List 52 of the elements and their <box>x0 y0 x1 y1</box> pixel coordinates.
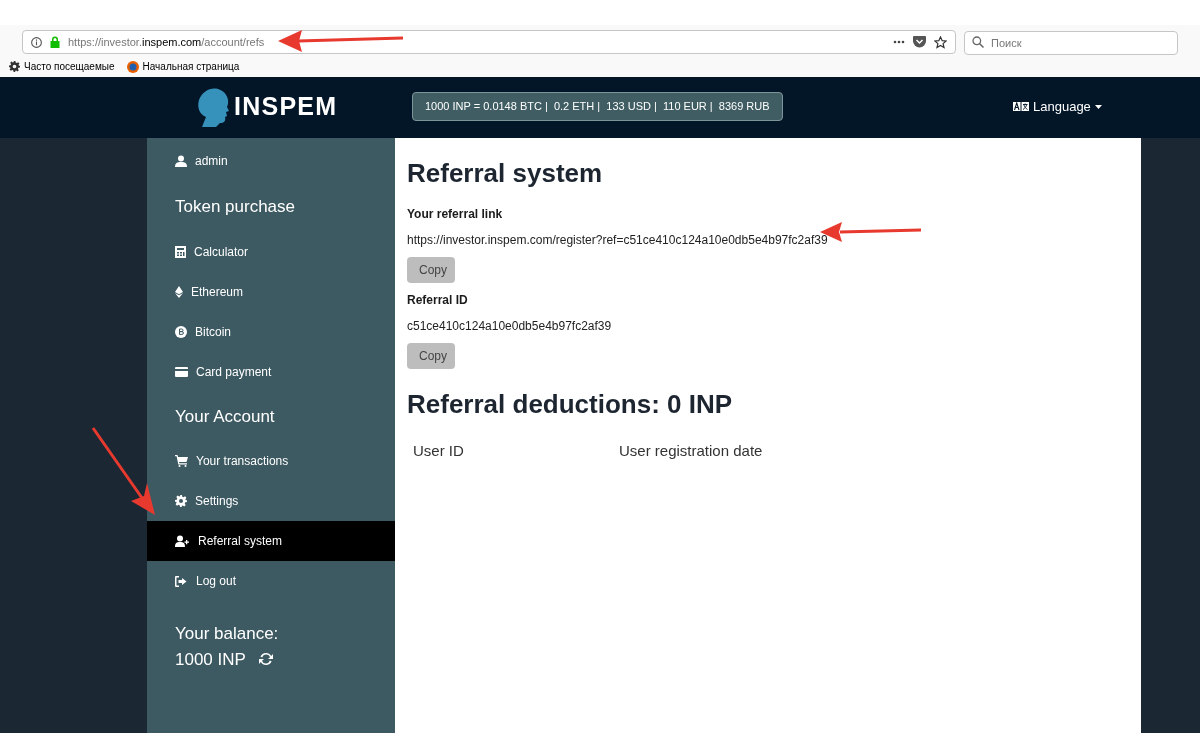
language-menu[interactable]: Language <box>1013 97 1102 117</box>
caret-icon <box>1094 104 1102 109</box>
logo-text: INSPEM <box>234 91 338 123</box>
credit-card-icon <box>175 366 188 377</box>
logout-icon <box>175 575 188 587</box>
field-label: Your referral link <box>407 206 504 223</box>
pocket-icon[interactable] <box>913 36 926 48</box>
field-value: c51ce410c124a10e0db5e4b97fc2af39 <box>407 318 612 335</box>
sidebar-item[interactable]: Ethereum <box>147 271 395 312</box>
sidebar-item[interactable]: Settings <box>147 481 395 521</box>
sidebar-item[interactable]: admin <box>147 140 395 182</box>
column-header: User registration date <box>619 441 763 461</box>
sidebar-item[interactable]: Card payment <box>147 351 395 392</box>
lock-icon <box>50 36 60 48</box>
face-logo-icon <box>196 87 230 127</box>
page-title: Referral system <box>407 157 604 190</box>
ethereum-icon <box>175 285 183 298</box>
gear-icon <box>175 495 187 507</box>
field-value: https://investor.inspem.com/register?ref=c51ce410c124a10e0db5e4b97fc2af39 <box>407 232 828 249</box>
field-label: Referral ID <box>407 292 469 309</box>
copy-button[interactable]: Copy <box>407 257 455 283</box>
calculator-icon <box>175 245 186 258</box>
sidebar-item[interactable]: Bitcoin <box>147 311 395 352</box>
bookmark-link[interactable]: Начальная страница <box>126 59 240 74</box>
cart-icon <box>175 455 188 467</box>
more-icon[interactable] <box>893 40 905 44</box>
search-icon <box>972 36 984 48</box>
gear-icon <box>9 61 20 72</box>
copy-button[interactable]: Copy <box>407 343 455 369</box>
sidebar-item[interactable]: Your transactions <box>147 441 395 481</box>
translate-icon <box>1013 102 1029 112</box>
refresh-icon[interactable] <box>257 651 274 668</box>
exchange-rates: 1000 INP = 0.0148 BTC | 0.2 ETH | 133 USD | 110 EUR | 8369 RUB <box>412 92 783 121</box>
sidebar-item[interactable]: Calculator <box>147 231 395 272</box>
balance-label: Your balance: <box>174 623 280 645</box>
info-icon <box>31 36 42 48</box>
url-text: https://investor.inspem.com/account/refs <box>68 34 265 50</box>
sidebar-item[interactable]: Referral system <box>147 521 395 561</box>
add-user-icon <box>175 535 190 547</box>
sidebar-item[interactable]: Log out <box>147 561 395 601</box>
section-title: Referral deductions: 0 INP <box>407 388 734 421</box>
globe-icon <box>126 60 139 73</box>
sidebar-heading: Your Account <box>174 405 276 428</box>
address-bar[interactable]: https://investor.inspem.com/account/refs <box>22 30 956 54</box>
search-field[interactable]: Поиск <box>964 31 1178 55</box>
user-icon <box>175 155 187 167</box>
bitcoin-icon <box>175 325 187 338</box>
star-icon[interactable] <box>934 35 947 49</box>
column-header: User ID <box>413 441 465 461</box>
sidebar-heading: Token purchase <box>174 196 297 218</box>
balance-value: 1000 INP <box>175 648 246 671</box>
bookmark-link[interactable]: Часто посещаемые <box>9 59 115 74</box>
